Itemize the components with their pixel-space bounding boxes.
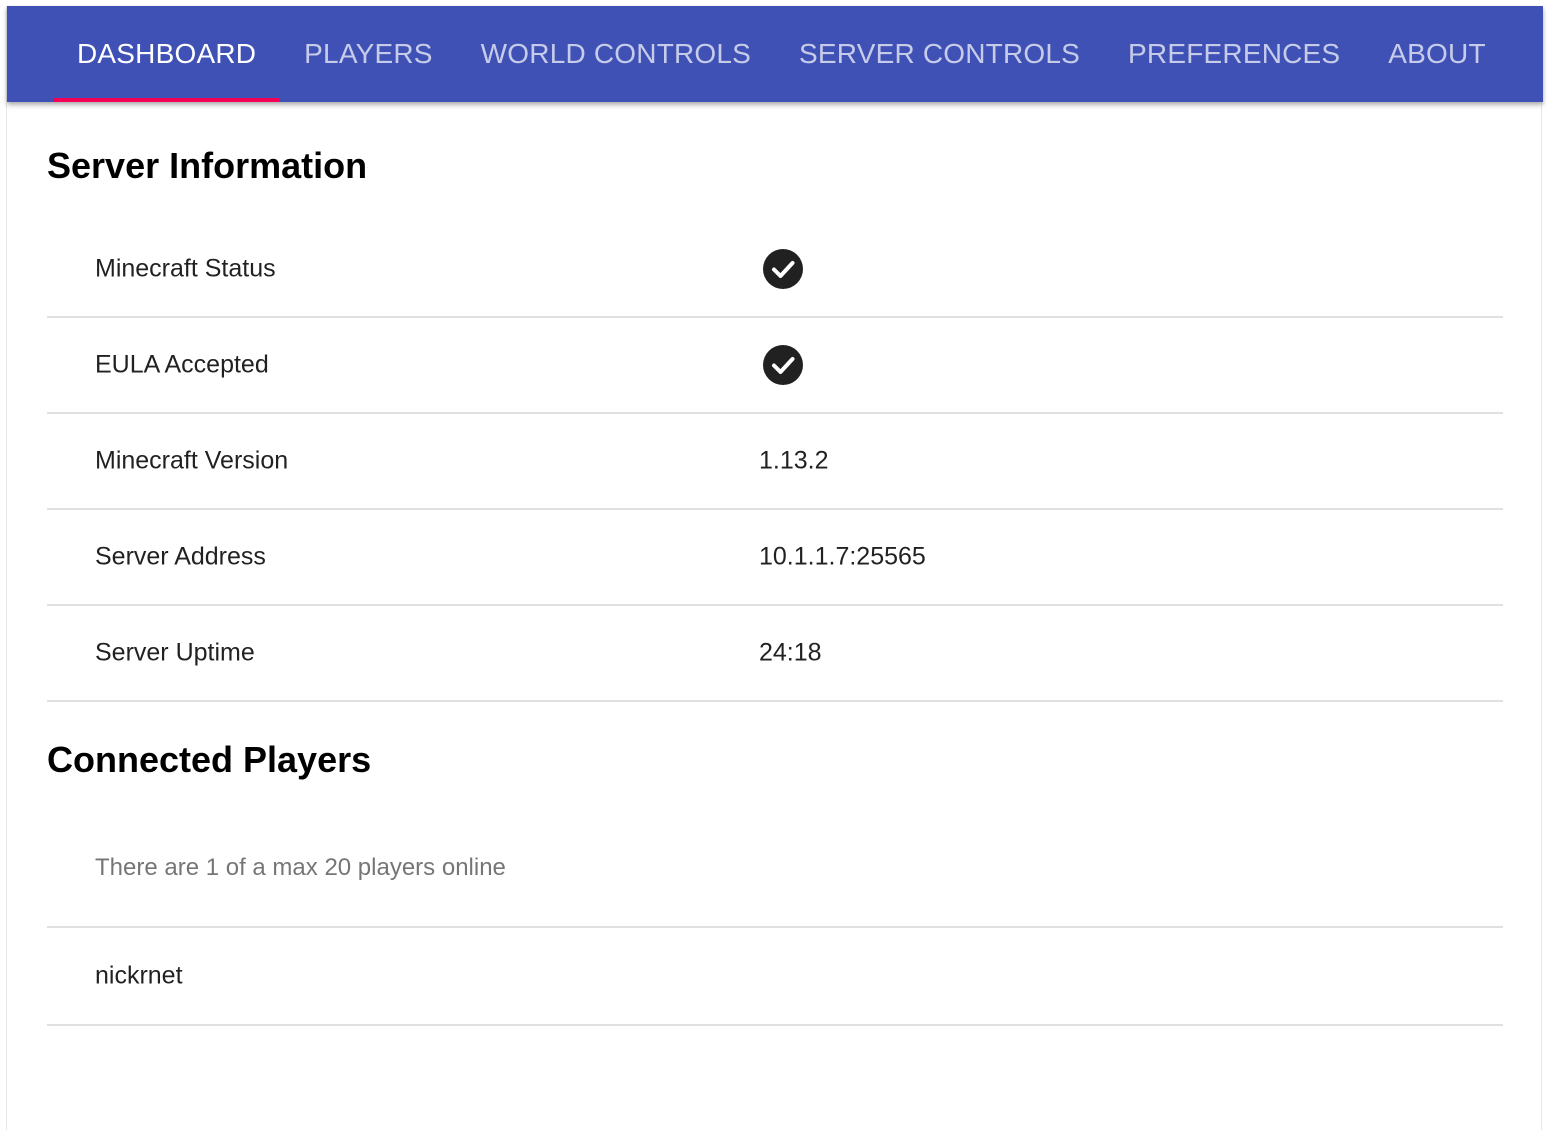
server-address-row: Server Address 10.1.1.7:25565 — [47, 510, 1503, 606]
server-info-list: Minecraft Status EULA Accepted Minecraft… — [47, 222, 1503, 702]
tab-preferences[interactable]: PREFERENCES — [1104, 6, 1364, 102]
minecraft-status-label: Minecraft Status — [95, 254, 276, 283]
server-uptime-value: 24:18 — [759, 638, 822, 667]
minecraft-version-row: Minecraft Version 1.13.2 — [47, 414, 1503, 510]
server-uptime-row: Server Uptime 24:18 — [47, 606, 1503, 702]
players-summary-row: There are 1 of a max 20 players online — [47, 810, 1503, 928]
server-address-value: 10.1.1.7:25565 — [759, 542, 926, 571]
connected-players-list: There are 1 of a max 20 players online n… — [47, 810, 1503, 1026]
tab-server-controls[interactable]: SERVER CONTROLS — [775, 6, 1104, 102]
tab-dashboard[interactable]: DASHBOARD — [53, 6, 281, 102]
eula-accepted-label: EULA Accepted — [95, 350, 269, 379]
tab-about[interactable]: ABOUT — [1364, 6, 1509, 102]
tab-players[interactable]: PLAYERS — [280, 6, 457, 102]
minecraft-status-row: Minecraft Status — [47, 222, 1503, 318]
check-circle-icon — [763, 249, 803, 289]
nav-tabs: DASHBOARD PLAYERS WORLD CONTROLS SERVER … — [53, 6, 1510, 102]
connected-players-title: Connected Players — [47, 739, 372, 780]
server-address-label: Server Address — [95, 542, 266, 571]
tab-world-controls[interactable]: WORLD CONTROLS — [457, 6, 775, 102]
player-name: nickrnet — [95, 961, 183, 990]
server-information-title: Server Information — [47, 145, 368, 186]
eula-accepted-row: EULA Accepted — [47, 318, 1503, 414]
app-bar: DASHBOARD PLAYERS WORLD CONTROLS SERVER … — [7, 6, 1543, 102]
list-item[interactable]: nickrnet — [47, 928, 1503, 1026]
players-online-summary: There are 1 of a max 20 players online — [95, 854, 506, 881]
server-uptime-label: Server Uptime — [95, 638, 255, 667]
app-window: DASHBOARD PLAYERS WORLD CONTROLS SERVER … — [6, 6, 1543, 1130]
check-circle-icon — [763, 345, 803, 385]
minecraft-version-value: 1.13.2 — [759, 446, 829, 475]
minecraft-version-label: Minecraft Version — [95, 446, 289, 475]
